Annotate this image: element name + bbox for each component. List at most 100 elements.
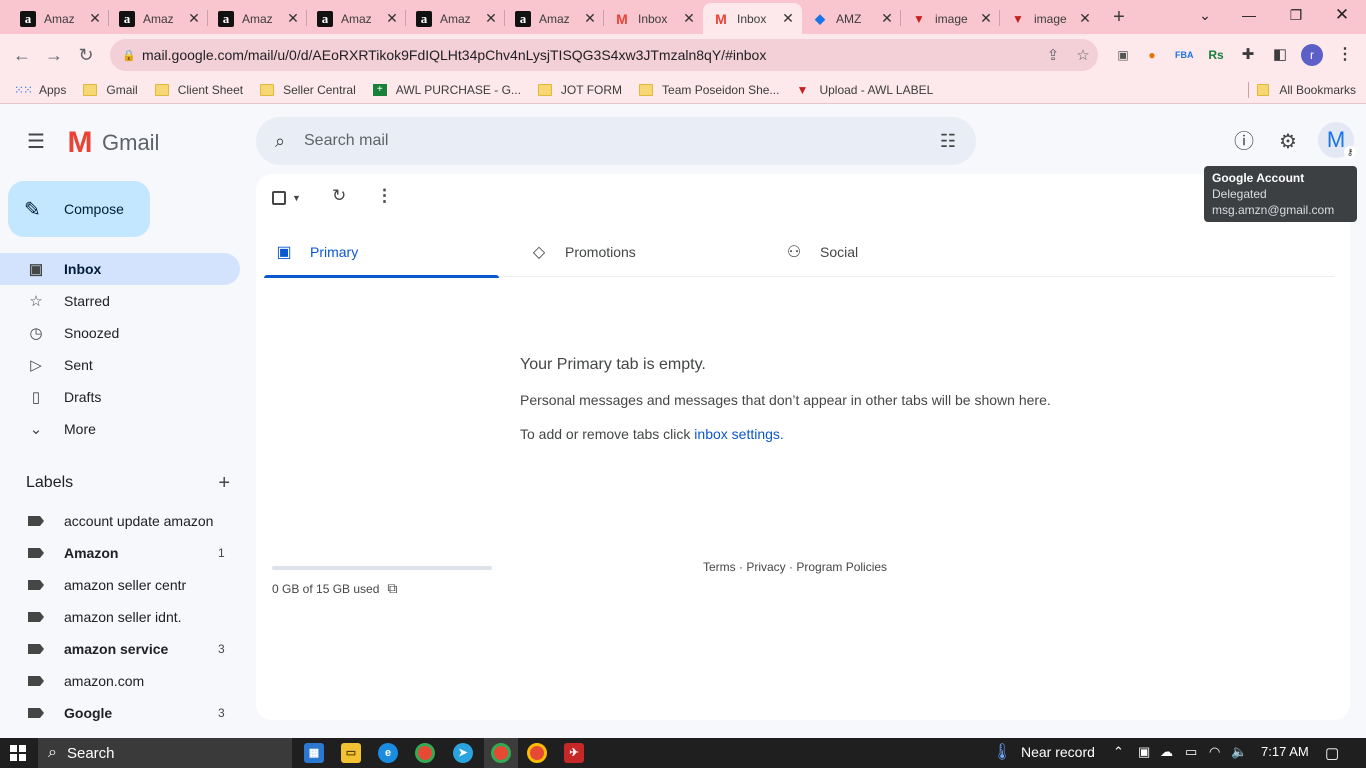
weather-text[interactable]: Near record bbox=[1021, 744, 1095, 760]
select-all-control[interactable]: ▼ bbox=[272, 186, 301, 210]
label-item[interactable]: Amazon 1 bbox=[0, 537, 240, 569]
label-item[interactable]: Google 3 bbox=[0, 697, 240, 729]
restore-button[interactable]: ❐ bbox=[1285, 4, 1307, 26]
caret-down-icon[interactable]: ▼ bbox=[292, 193, 301, 203]
create-label-plus-icon[interactable]: + bbox=[218, 472, 230, 495]
notifications-icon[interactable]: ▢ bbox=[1325, 744, 1339, 762]
settings-gear-icon[interactable]: ⚙ bbox=[1272, 126, 1304, 158]
open-external-icon[interactable]: ⧉ bbox=[387, 580, 397, 597]
share-icon[interactable]: ⇪ bbox=[1038, 46, 1068, 64]
app-icon[interactable]: ✈ bbox=[564, 743, 584, 763]
tab-primary[interactable]: ▣ Primary bbox=[264, 226, 499, 278]
close-tab-icon[interactable]: ✕ bbox=[483, 10, 499, 27]
close-tab-icon[interactable]: ✕ bbox=[285, 10, 301, 27]
extension-fba-icon[interactable]: FBA bbox=[1175, 46, 1194, 64]
meet-icon[interactable]: ▣ bbox=[1138, 744, 1150, 760]
clock-time[interactable]: 7:17 AM bbox=[1261, 744, 1309, 759]
back-button[interactable]: ← bbox=[10, 43, 34, 67]
bookmark-awl-purchase[interactable]: + AWL PURCHASE - G... bbox=[372, 83, 521, 97]
privacy-link[interactable]: Privacy bbox=[746, 560, 785, 574]
close-tab-icon[interactable]: ✕ bbox=[582, 10, 598, 27]
close-tab-icon[interactable]: ✕ bbox=[780, 10, 796, 27]
browser-tab[interactable]: ◆ AMZ ✕ bbox=[802, 3, 901, 34]
side-panel-icon[interactable]: ◧ bbox=[1271, 46, 1289, 64]
terms-link[interactable]: Terms bbox=[703, 560, 736, 574]
main-menu-icon[interactable]: ☰ bbox=[24, 130, 48, 154]
tab-social[interactable]: ⚇ Social bbox=[774, 226, 1009, 277]
wifi-icon[interactable]: ◠ bbox=[1209, 744, 1220, 760]
close-window-button[interactable]: ✕ bbox=[1331, 4, 1353, 26]
sidebar-item-starred[interactable]: ☆ Starred bbox=[0, 285, 240, 317]
label-item[interactable]: amazon seller centr bbox=[0, 569, 240, 601]
chrome-icon[interactable] bbox=[491, 743, 511, 763]
close-tab-icon[interactable]: ✕ bbox=[978, 10, 994, 27]
refresh-icon[interactable]: ↻ bbox=[332, 186, 346, 206]
reload-button[interactable]: ↻ bbox=[74, 43, 98, 67]
file-explorer-icon[interactable]: ▭ bbox=[341, 743, 361, 763]
bookmark-gmail[interactable]: Gmail bbox=[83, 83, 138, 97]
label-item[interactable]: account update amazon bbox=[0, 505, 240, 537]
select-checkbox[interactable] bbox=[272, 191, 286, 205]
puzzle-icon[interactable]: ✚ bbox=[1239, 46, 1257, 64]
label-item[interactable]: amazon seller idnt. bbox=[0, 601, 240, 633]
chrome-profile-icon[interactable] bbox=[527, 743, 547, 763]
battery-icon[interactable]: ▭ bbox=[1185, 744, 1197, 760]
bookmark-client-sheet[interactable]: Client Sheet bbox=[154, 83, 243, 97]
search-icon[interactable]: ⌕ bbox=[256, 131, 304, 152]
chrome-icon[interactable] bbox=[415, 743, 435, 763]
bookmark-jot-form[interactable]: JOT FORM bbox=[537, 83, 622, 97]
compose-button[interactable]: ✎ Compose bbox=[8, 181, 150, 237]
sidebar-item-sent[interactable]: ▷ Sent bbox=[0, 349, 240, 381]
browser-tab[interactable]: a Amaz ✕ bbox=[505, 3, 604, 34]
volume-icon[interactable]: 🔈 bbox=[1231, 744, 1247, 760]
extension-circle-icon[interactable]: ● bbox=[1143, 46, 1161, 64]
extension-rs-icon[interactable]: Rs bbox=[1207, 46, 1225, 64]
close-tab-icon[interactable]: ✕ bbox=[87, 10, 103, 27]
telegram-icon[interactable]: ➤ bbox=[453, 743, 473, 763]
close-tab-icon[interactable]: ✕ bbox=[186, 10, 202, 27]
search-options-icon[interactable]: ☷ bbox=[920, 131, 976, 152]
profile-avatar[interactable]: r bbox=[1301, 44, 1323, 66]
sidebar-item-drafts[interactable]: ▯ Drafts bbox=[0, 381, 240, 413]
browser-tab[interactable]: a Amaz ✕ bbox=[406, 3, 505, 34]
close-tab-icon[interactable]: ✕ bbox=[681, 10, 697, 27]
all-bookmarks[interactable]: All Bookmarks bbox=[1248, 82, 1356, 98]
bookmark-team-poseidon[interactable]: Team Poseidon She... bbox=[639, 83, 779, 97]
sidebar-item-snoozed[interactable]: ◷ Snoozed bbox=[0, 317, 240, 349]
browser-tab[interactable]: a Amaz ✕ bbox=[307, 3, 406, 34]
browser-tab[interactable]: ▼ image ✕ bbox=[1000, 3, 1099, 34]
browser-tab[interactable]: a Amaz ✕ bbox=[109, 3, 208, 34]
store-icon[interactable]: ▦ bbox=[304, 743, 324, 763]
bookmark-seller-central[interactable]: Seller Central bbox=[260, 83, 356, 97]
windows-start-icon[interactable] bbox=[10, 745, 26, 761]
browser-tab-active[interactable]: M Inbox ✕ bbox=[703, 3, 802, 34]
browser-tab[interactable]: a Amaz ✕ bbox=[208, 3, 307, 34]
bookmark-star-icon[interactable]: ☆ bbox=[1068, 46, 1098, 64]
tab-promotions[interactable]: ◇ Promotions bbox=[519, 226, 754, 277]
label-item[interactable]: amazon.com bbox=[0, 665, 240, 697]
browser-tab[interactable]: ▼ image ✕ bbox=[901, 3, 1000, 34]
browser-tab[interactable]: a Amaz ✕ bbox=[10, 3, 109, 34]
taskbar-search[interactable]: ⌕ Search bbox=[38, 738, 292, 768]
address-bar[interactable]: 🔒 mail.google.com/mail/u/0/d/AEoRXRTikok… bbox=[110, 39, 1098, 71]
close-tab-icon[interactable]: ✕ bbox=[879, 10, 895, 27]
browser-tab[interactable]: M Inbox ✕ bbox=[604, 3, 703, 34]
sidebar-item-inbox[interactable]: ▣ Inbox bbox=[0, 253, 240, 285]
google-account-avatar[interactable]: M ⚷ bbox=[1318, 122, 1356, 158]
close-tab-icon[interactable]: ✕ bbox=[1077, 10, 1093, 27]
bookmark-upload-awl[interactable]: ▼ Upload - AWL LABEL bbox=[796, 83, 933, 97]
chevron-up-icon[interactable]: ⌃ bbox=[1113, 744, 1124, 760]
gmail-logo[interactable]: M Gmail bbox=[64, 126, 160, 160]
close-tab-icon[interactable]: ✕ bbox=[384, 10, 400, 27]
sidebar-item-more[interactable]: ⌄ More bbox=[0, 413, 240, 445]
extension-off-icon[interactable]: ▣ bbox=[1114, 46, 1132, 64]
program-policies-link[interactable]: Program Policies bbox=[796, 560, 887, 574]
tab-search-icon[interactable]: ⌄ bbox=[1194, 4, 1216, 26]
edge-icon[interactable]: e bbox=[378, 743, 398, 763]
bookmark-apps[interactable]: ⁙⁙ Apps bbox=[14, 83, 66, 97]
help-icon[interactable]: ⓘ bbox=[1228, 126, 1260, 158]
search-input[interactable] bbox=[304, 132, 920, 150]
forward-button[interactable]: → bbox=[42, 43, 66, 67]
inbox-settings-link[interactable]: inbox settings bbox=[694, 426, 780, 442]
onedrive-cloud-icon[interactable]: ☁ bbox=[1160, 744, 1173, 760]
